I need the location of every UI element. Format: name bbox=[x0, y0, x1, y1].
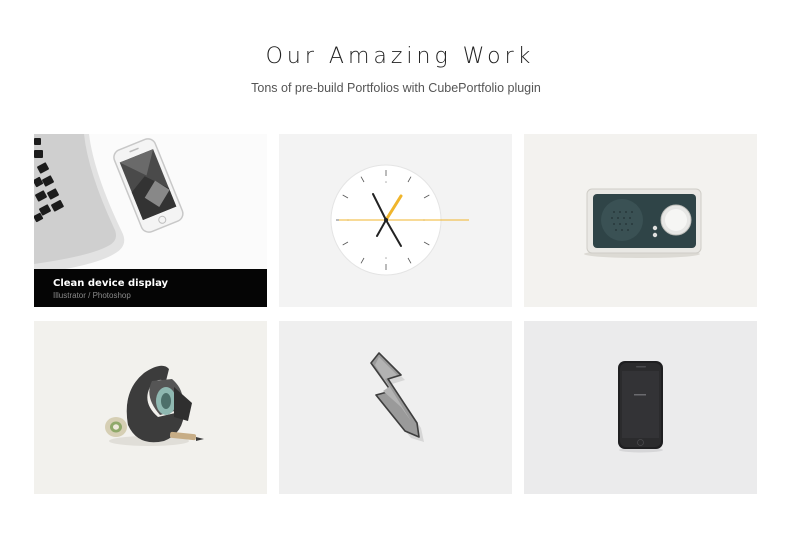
section-subtitle: Tons of pre-build Portfolios with CubePo… bbox=[251, 81, 541, 95]
portfolio-item-categories: Illustrator / Photoshop bbox=[53, 291, 131, 300]
portfolio-item-clean-device-display[interactable]: Clean device display Illustrator / Photo… bbox=[34, 134, 267, 307]
section-title: Our Amazing Work bbox=[265, 44, 535, 69]
portfolio-item-title[interactable]: Clean device display bbox=[53, 278, 267, 290]
portfolio-item-lightning-bolt[interactable] bbox=[279, 321, 512, 494]
portfolio-item-smartphone[interactable] bbox=[524, 321, 757, 494]
smartphone-image bbox=[618, 361, 663, 453]
radio-speaker-image bbox=[584, 188, 702, 258]
portfolio-item-radio[interactable] bbox=[524, 134, 757, 307]
portfolio-item-caption[interactable]: Clean device display Illustrator / Photo… bbox=[34, 269, 267, 307]
portfolio-item-tape-dispenser[interactable] bbox=[34, 321, 267, 494]
portfolio-item-clock[interactable] bbox=[279, 134, 512, 307]
concrete-tape-dispenser-image bbox=[105, 365, 204, 446]
wall-clock-image bbox=[330, 164, 469, 276]
lightning-bolt-image bbox=[370, 352, 424, 442]
